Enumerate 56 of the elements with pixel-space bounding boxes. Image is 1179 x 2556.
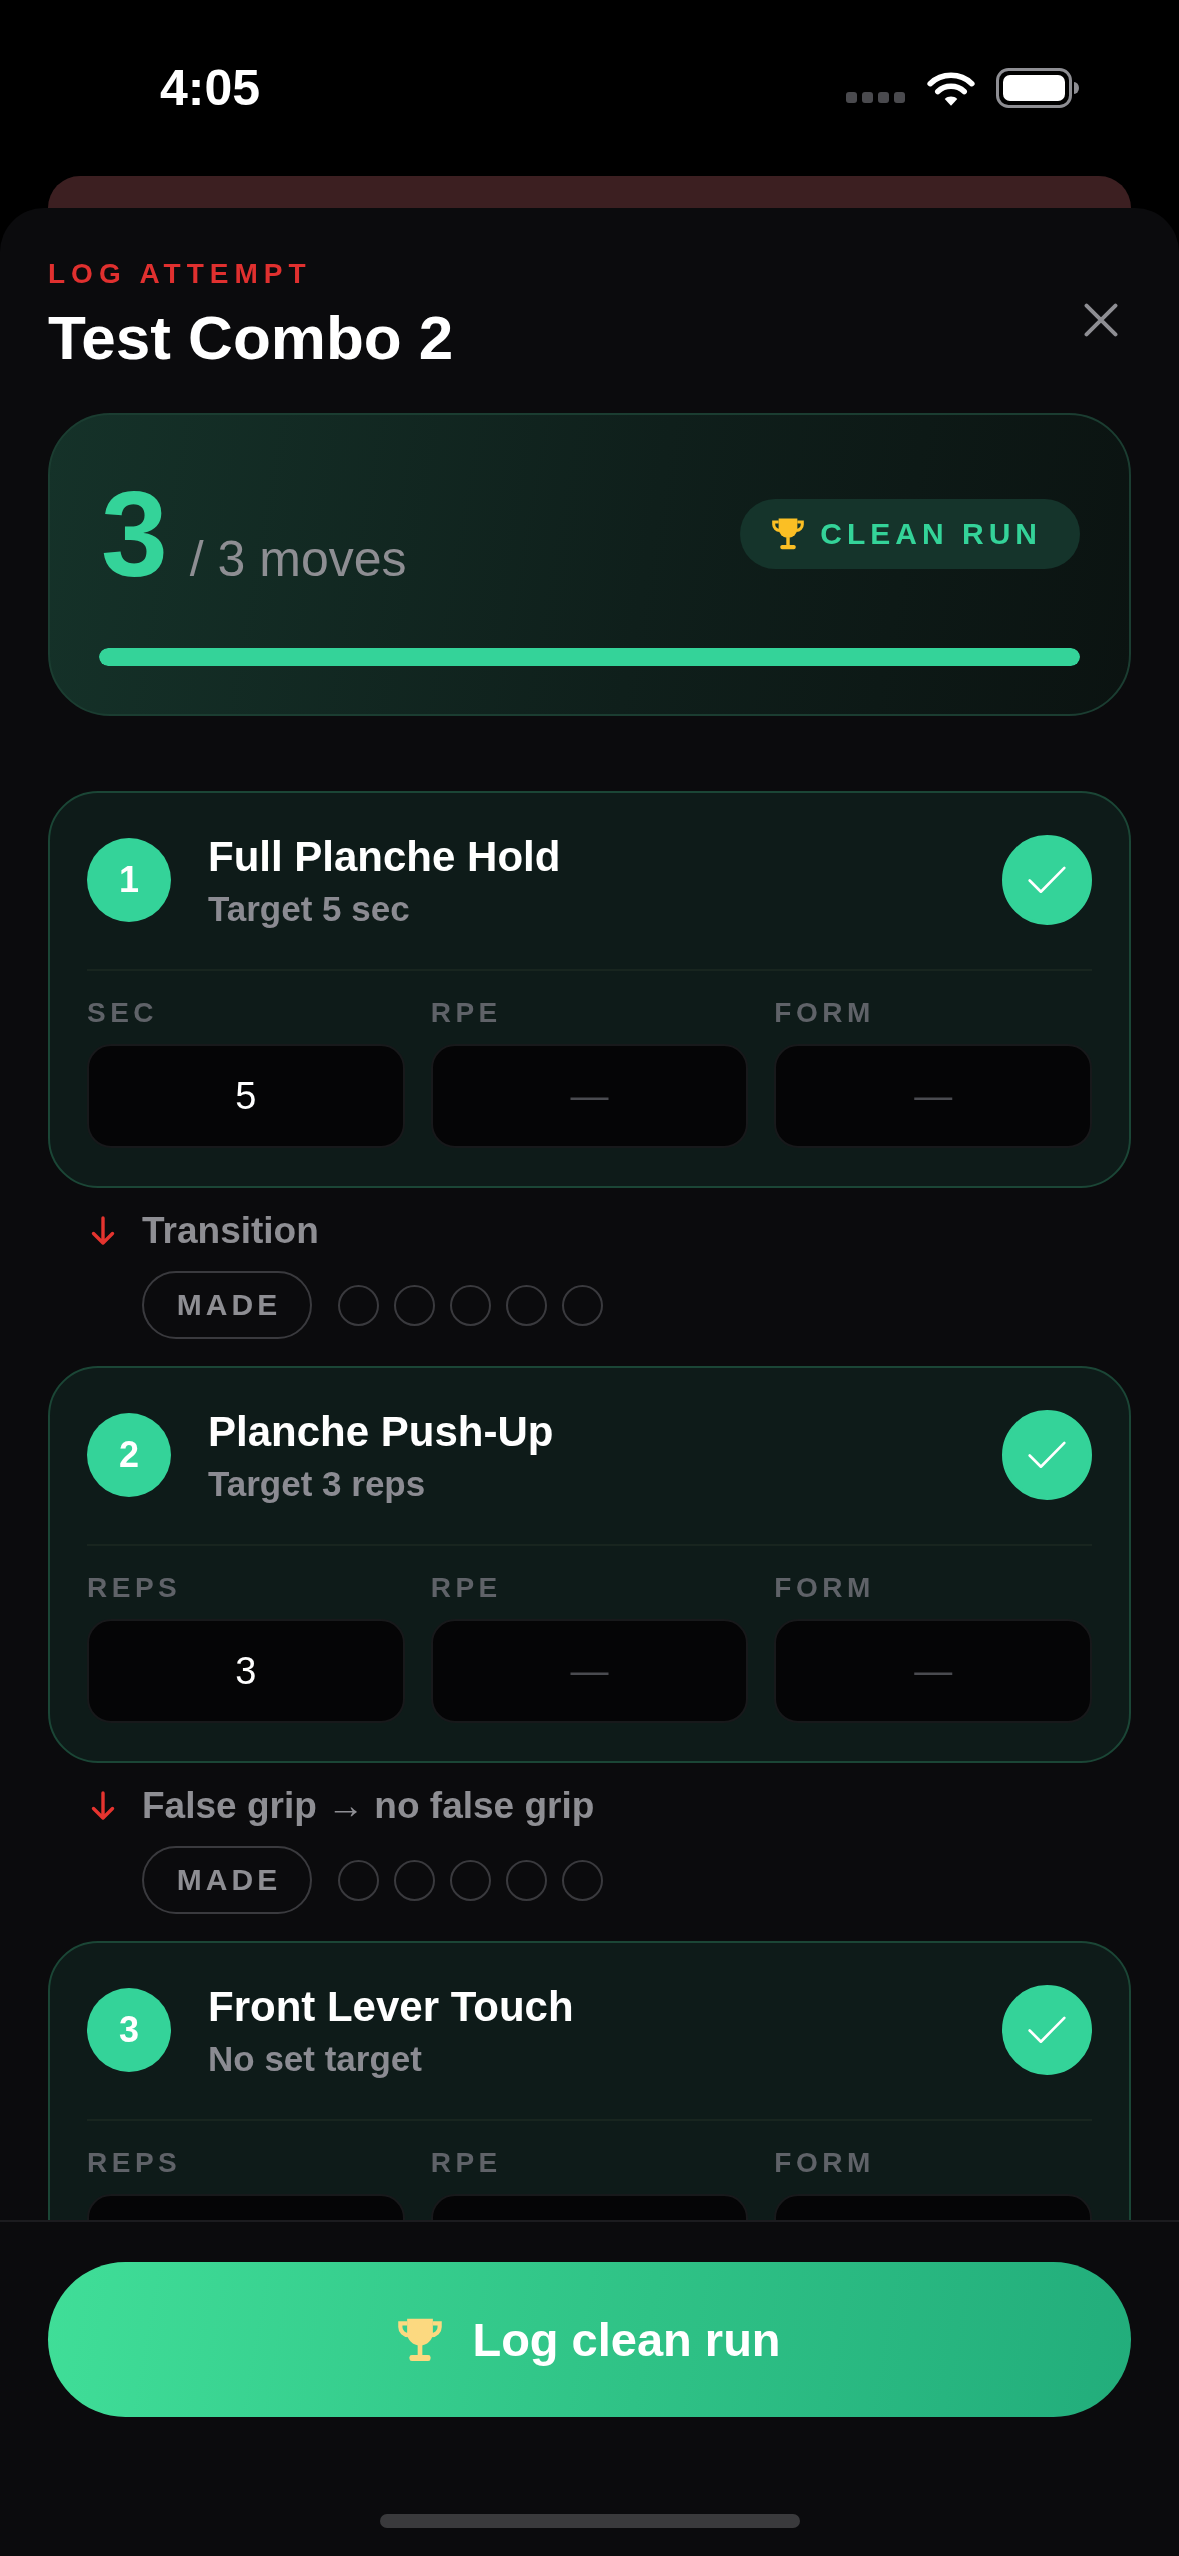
- trophy-icon: [772, 518, 805, 550]
- move-name: Planche Push-Up: [208, 1408, 554, 1455]
- field-label: FORM: [774, 998, 875, 1028]
- made-toggle[interactable]: MADE: [142, 1846, 312, 1914]
- checkmark-icon: [1027, 865, 1067, 895]
- move-target: Target 3 reps: [208, 1463, 426, 1504]
- arrow-down-icon: [90, 1216, 116, 1246]
- eyebrow-label: LOG ATTEMPT: [48, 257, 312, 291]
- input-field[interactable]: 5: [87, 1044, 405, 1148]
- field-label: REPS: [87, 1573, 182, 1603]
- input-field[interactable]: 3: [87, 1619, 405, 1723]
- field-label: FORM: [774, 1573, 875, 1603]
- move-name: Front Lever Touch: [208, 1983, 574, 2030]
- trophy-icon: [398, 2317, 443, 2362]
- input-field[interactable]: —: [774, 1619, 1092, 1723]
- rating-dot[interactable]: [394, 1859, 435, 1901]
- step-number: 3: [87, 1988, 171, 2072]
- checkmark-icon: [1027, 2015, 1067, 2045]
- step-number: 2: [87, 1413, 171, 1497]
- rating-dot[interactable]: [394, 1284, 435, 1326]
- rating-dot[interactable]: [506, 1859, 547, 1901]
- move-target: Target 5 sec: [208, 888, 410, 929]
- field-label: RPE: [430, 1573, 502, 1603]
- move-target: No set target: [208, 2038, 422, 2079]
- step-number: 1: [87, 838, 171, 922]
- badge-label: CLEAN RUN: [820, 519, 1042, 549]
- made-toggle[interactable]: MADE: [142, 1271, 312, 1339]
- rating-dot[interactable]: [562, 1284, 603, 1326]
- rating-dot[interactable]: [450, 1859, 491, 1901]
- field-label: RPE: [430, 2148, 502, 2178]
- field-label: REPS: [87, 2148, 182, 2178]
- rating-dot[interactable]: [338, 1859, 379, 1901]
- signal-icon: [846, 91, 906, 103]
- move-name: Full Planche Hold: [208, 833, 561, 880]
- status-time: 4:05: [160, 63, 261, 113]
- rating-dot[interactable]: [562, 1859, 603, 1901]
- checkmark-icon: [1027, 1440, 1067, 1470]
- field-label: FORM: [774, 2148, 875, 2178]
- rating-dot[interactable]: [506, 1284, 547, 1326]
- total-moves: / 3 moves: [189, 534, 407, 584]
- input-field[interactable]: —: [430, 1619, 749, 1723]
- arrow-down-icon: [90, 1791, 116, 1821]
- transition-label: Transition: [142, 1209, 319, 1253]
- transition-label: False grip → no false grip: [142, 1784, 595, 1828]
- completed-count: 3: [101, 474, 168, 594]
- field-label: RPE: [430, 998, 502, 1028]
- rating-dot[interactable]: [450, 1284, 491, 1326]
- log-clean-run-button[interactable]: Log clean run: [48, 2262, 1131, 2417]
- sheet-title: Test Combo 2: [48, 303, 454, 373]
- input-field[interactable]: —: [430, 1044, 749, 1148]
- field-label: SEC: [87, 998, 159, 1028]
- input-field[interactable]: —: [774, 1044, 1092, 1148]
- close-button[interactable]: [1084, 303, 1118, 337]
- close-icon: [1084, 303, 1118, 337]
- rating-dot[interactable]: [338, 1284, 379, 1326]
- battery-icon: [996, 68, 1080, 108]
